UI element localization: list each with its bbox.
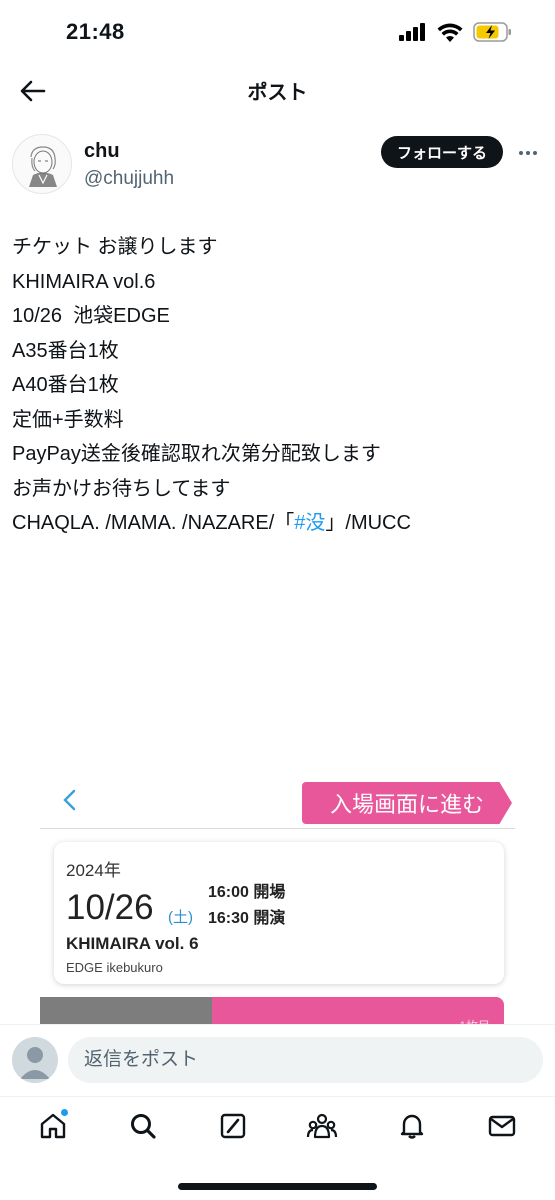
ticket-open-time: 16:00 開場	[208, 884, 286, 901]
status-icons	[399, 22, 513, 42]
notifications-icon	[401, 1114, 424, 1139]
grok-icon	[220, 1113, 245, 1138]
communities-icon	[307, 1113, 338, 1138]
nav-communities[interactable]	[299, 1103, 345, 1149]
post-line: お声かけお待ちしてます	[12, 477, 231, 500]
notification-dot	[60, 1108, 68, 1116]
avatar-illustration-icon	[29, 146, 57, 187]
ticket-date: 10/26	[66, 888, 154, 927]
reply-input[interactable]	[68, 1037, 543, 1083]
tags-suffix: 」/MUCC	[325, 512, 411, 534]
post-line: A40番台1枚	[12, 374, 119, 396]
image-enter-banner: 入場画面に進む	[302, 782, 512, 824]
ticket-weekday: (土)	[168, 909, 193, 926]
more-options-icon[interactable]	[513, 142, 543, 164]
more-dot	[519, 151, 523, 155]
status-bar: 21:48	[0, 0, 555, 66]
post-line: PayPay送金後確認取れ次第分配致します	[12, 443, 381, 465]
ticket-card: 2024年 10/26 (土) 16:00 開場 16:30 開演 KHIMAI…	[54, 842, 504, 984]
post-line: A35番台1枚	[12, 339, 119, 362]
more-dot	[533, 151, 537, 155]
image-back-chevron-icon	[63, 789, 76, 811]
author-handle[interactable]: @chujjuhh	[84, 168, 174, 190]
hashtag-link[interactable]: #没	[294, 512, 325, 534]
post-line: チケット お譲りします	[12, 236, 218, 258]
search-icon	[130, 1113, 156, 1139]
nav-notifications[interactable]	[389, 1103, 435, 1149]
messages-icon	[488, 1115, 516, 1136]
home-indicator	[178, 1183, 377, 1190]
post-line: 定価+手数料	[12, 408, 124, 431]
post-image[interactable]: 入場画面に進む 2024年 10/26 (土) 16:00 開場 16:30 開…	[12, 764, 543, 1026]
ticket-strip-gray	[40, 997, 212, 1026]
nav-grok[interactable]	[210, 1103, 256, 1149]
ticket-event: KHIMAIRA vol. 6	[66, 934, 199, 953]
ticket-year: 2024年	[66, 861, 121, 880]
post-tags-line: CHAQLA. /MAMA. /NAZARE/「#没」/MUCC	[12, 506, 543, 541]
signal-icon	[399, 23, 425, 41]
user-avatar	[12, 1037, 58, 1083]
header: ポスト	[0, 66, 555, 116]
reply-bar	[0, 1024, 555, 1096]
nav-home[interactable]	[30, 1103, 76, 1149]
post-author: chu @chujjuhh フォローする	[12, 134, 543, 198]
nav-search[interactable]	[120, 1103, 166, 1149]
nav-messages[interactable]	[479, 1103, 525, 1149]
default-avatar-icon	[20, 1047, 50, 1079]
follow-button[interactable]: フォローする	[380, 136, 503, 168]
page-title: ポスト	[247, 82, 308, 104]
avatar[interactable]	[12, 134, 72, 194]
bottom-nav	[0, 1096, 555, 1154]
wifi-icon	[437, 23, 463, 42]
more-dot	[526, 151, 530, 155]
author-name[interactable]: chu	[84, 140, 120, 163]
battery-icon	[473, 22, 511, 42]
tags-prefix: CHAQLA. /MAMA. /NAZARE/「	[12, 512, 295, 534]
post-text: チケット お譲りします KHIMAIRA vol.6 10/26 池袋EDGE …	[12, 230, 543, 541]
status-time: 21:48	[66, 19, 125, 44]
ticket-strip-pink: 1枚目	[212, 997, 504, 1026]
post-line: 10/26 池袋EDGE	[12, 305, 170, 327]
post-line: KHIMAIRA vol.6	[12, 270, 156, 293]
image-divider	[40, 828, 515, 829]
ticket-start-time: 16:30 開演	[208, 910, 286, 927]
ticket-venue: EDGE ikebukuro	[66, 960, 163, 975]
